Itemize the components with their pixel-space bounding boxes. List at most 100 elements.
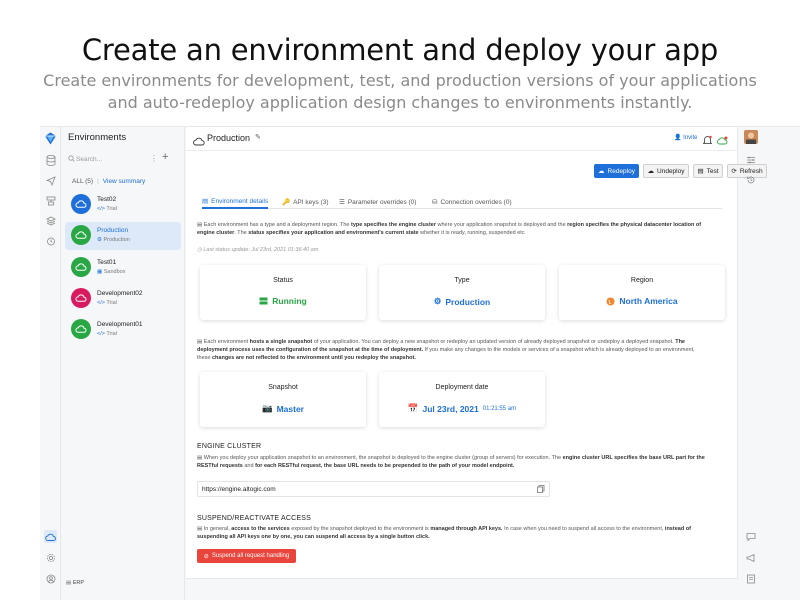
- icon-rail: [40, 127, 61, 600]
- environments-cloud-icon[interactable]: [44, 530, 57, 543]
- tab-api-keys[interactable]: 🔑 API keys (3): [282, 195, 329, 209]
- suspend-description: ▤ In general, access to the services exp…: [197, 526, 691, 540]
- search-icon: [68, 155, 75, 164]
- workspace-label[interactable]: ▤ ERP: [66, 580, 84, 586]
- env-name: Test02: [97, 196, 117, 203]
- snapshot-description: ▤ Each environment hosts a single snapsh…: [197, 339, 695, 361]
- test-icon: ▤: [697, 168, 704, 175]
- search-input[interactable]: Search...: [66, 152, 150, 166]
- environment-detail: Production ✎ 👤 Invite ☁ Redeploy ☁ Undeplo…: [186, 127, 767, 579]
- env-item-development01[interactable]: Development01 </> Trial: [65, 316, 181, 344]
- refresh-icon: ⟳: [731, 168, 737, 175]
- test-button[interactable]: ▤ Test: [693, 164, 723, 178]
- megaphone-icon[interactable]: [744, 551, 757, 564]
- deployment-date-card: Deployment date 📅 Jul 23rd, 2021 01:21:5…: [379, 372, 545, 427]
- bell-icon[interactable]: [702, 132, 713, 150]
- flow-icon[interactable]: [44, 194, 57, 207]
- calendar-icon: 📅: [407, 403, 419, 413]
- gears-icon: ⚙: [433, 296, 442, 306]
- details-icon: ▤: [202, 198, 209, 205]
- redeploy-button[interactable]: ☁ Redeploy: [594, 164, 639, 178]
- page-title: Create an environment and deploy your ap…: [81, 33, 719, 67]
- environment-title: Production: [207, 133, 251, 143]
- snapshot-value: 📷 Master: [262, 403, 304, 414]
- env-name: Development01: [97, 321, 143, 328]
- history-icon[interactable]: [744, 173, 757, 186]
- view-summary-link[interactable]: View summary: [103, 178, 146, 185]
- chat-icon[interactable]: [744, 530, 757, 543]
- more-options-icon[interactable]: ⋮: [150, 154, 158, 163]
- sliders-icon[interactable]: [744, 153, 757, 166]
- settings-gear-icon[interactable]: [44, 551, 57, 564]
- alarm-icon[interactable]: [44, 234, 57, 247]
- send-icon[interactable]: [44, 174, 57, 187]
- last-status-update: ◷ Last status update: Jul 23rd, 2021 01:…: [197, 247, 319, 253]
- cloud-icon: [71, 288, 91, 308]
- status-value: Running: [200, 296, 366, 306]
- info-icon: ▤: [197, 339, 203, 345]
- deployment-date-value: 📅 Jul 23rd, 2021 01:21:55 am: [407, 403, 517, 414]
- env-item-development02[interactable]: Development02 </> Trial: [65, 285, 181, 313]
- search-placeholder: Search...: [76, 155, 103, 163]
- snapshot-card: Snapshot 📷 Master: [200, 372, 366, 427]
- filter-line: ALL (5) | View summary: [72, 178, 145, 185]
- topbar: Production ✎ 👤 Invite: [186, 127, 738, 151]
- suspend-heading: SUSPEND/REACTIVATE ACCESS: [197, 515, 312, 522]
- snapshot-label: Snapshot: [268, 384, 298, 391]
- invite-link[interactable]: 👤 Invite: [674, 134, 698, 141]
- undeploy-icon: ☁: [647, 168, 655, 175]
- region-card: Region North America: [559, 265, 725, 320]
- type-value: ⚙ Production: [433, 296, 491, 307]
- env-type: </> Trial: [97, 331, 117, 337]
- environments-heading: Environments: [68, 132, 127, 143]
- avatar[interactable]: [744, 130, 758, 144]
- environments-panel: Environments Search... ⋮ + ALL (5) | View …: [61, 127, 185, 600]
- cloud-status-icon[interactable]: [717, 132, 728, 150]
- globe-icon: [606, 297, 615, 305]
- env-type: ⚙ Production: [97, 237, 130, 243]
- cloud-icon: [71, 319, 91, 339]
- layers-icon[interactable]: [44, 214, 57, 227]
- cloud-icon: [193, 133, 205, 151]
- page-subtitle: Create environments for development, tes…: [43, 71, 757, 112]
- add-environment-button[interactable]: +: [162, 151, 168, 163]
- database-icon[interactable]: [44, 154, 57, 167]
- tab-parameter-overrides[interactable]: ☰ Parameter overrides (0): [339, 195, 416, 209]
- copy-icon[interactable]: [537, 485, 545, 495]
- engine-url-field[interactable]: https://engine.altogic.com: [197, 481, 550, 497]
- env-type: </> Trial: [97, 206, 117, 212]
- deployment-time: 01:21:55 am: [482, 405, 517, 412]
- deployment-date-label: Deployment date: [435, 384, 489, 391]
- suspend-all-button[interactable]: ⊘ Suspend all request handling: [197, 549, 296, 563]
- info-icon: ▤: [197, 222, 203, 228]
- block-icon: ⊘: [203, 553, 209, 560]
- user-add-icon: 👤: [674, 135, 682, 141]
- edit-pencil-icon[interactable]: ✎: [255, 133, 261, 141]
- env-type: </> Trial: [97, 300, 117, 306]
- undeploy-button[interactable]: ☁ Undeploy: [643, 164, 689, 178]
- right-rail: [738, 127, 800, 600]
- env-type: ▦ Sandbox: [97, 269, 126, 275]
- env-item-production[interactable]: Production ⚙ Production: [65, 222, 181, 250]
- user-icon[interactable]: [44, 572, 57, 585]
- logo-icon[interactable]: [44, 132, 57, 145]
- document-icon[interactable]: [744, 572, 757, 585]
- tab-bar: ▤ Environment details 🔑 API keys (3) ☰ Para…: [202, 193, 722, 209]
- info-icon: ▤: [197, 526, 203, 532]
- tab-connection-overrides[interactable]: ⛁ Connection overrides (0): [432, 195, 512, 209]
- type-card: Type ⚙ Production: [379, 265, 545, 320]
- engine-cluster-description: ▤ When you deploy your application snaps…: [197, 455, 705, 469]
- app-window: Environments Search... ⋮ + ALL (5) | View …: [40, 126, 800, 600]
- env-item-test02[interactable]: Test02 </> Trial: [65, 191, 181, 219]
- tab-environment-details[interactable]: ▤ Environment details: [202, 195, 269, 209]
- env-name: Development02: [97, 290, 143, 297]
- env-name: Test01: [97, 259, 117, 266]
- list-icon: ☰: [339, 199, 345, 206]
- env-item-test01[interactable]: Test01 ▦ Sandbox: [65, 254, 181, 282]
- filter-all[interactable]: ALL (5): [72, 178, 93, 185]
- cloud-icon: [71, 194, 91, 214]
- cloud-icon: [71, 257, 91, 277]
- type-label: Type: [454, 277, 470, 284]
- info-icon: ▤: [197, 455, 203, 461]
- env-name: Production: [97, 227, 129, 234]
